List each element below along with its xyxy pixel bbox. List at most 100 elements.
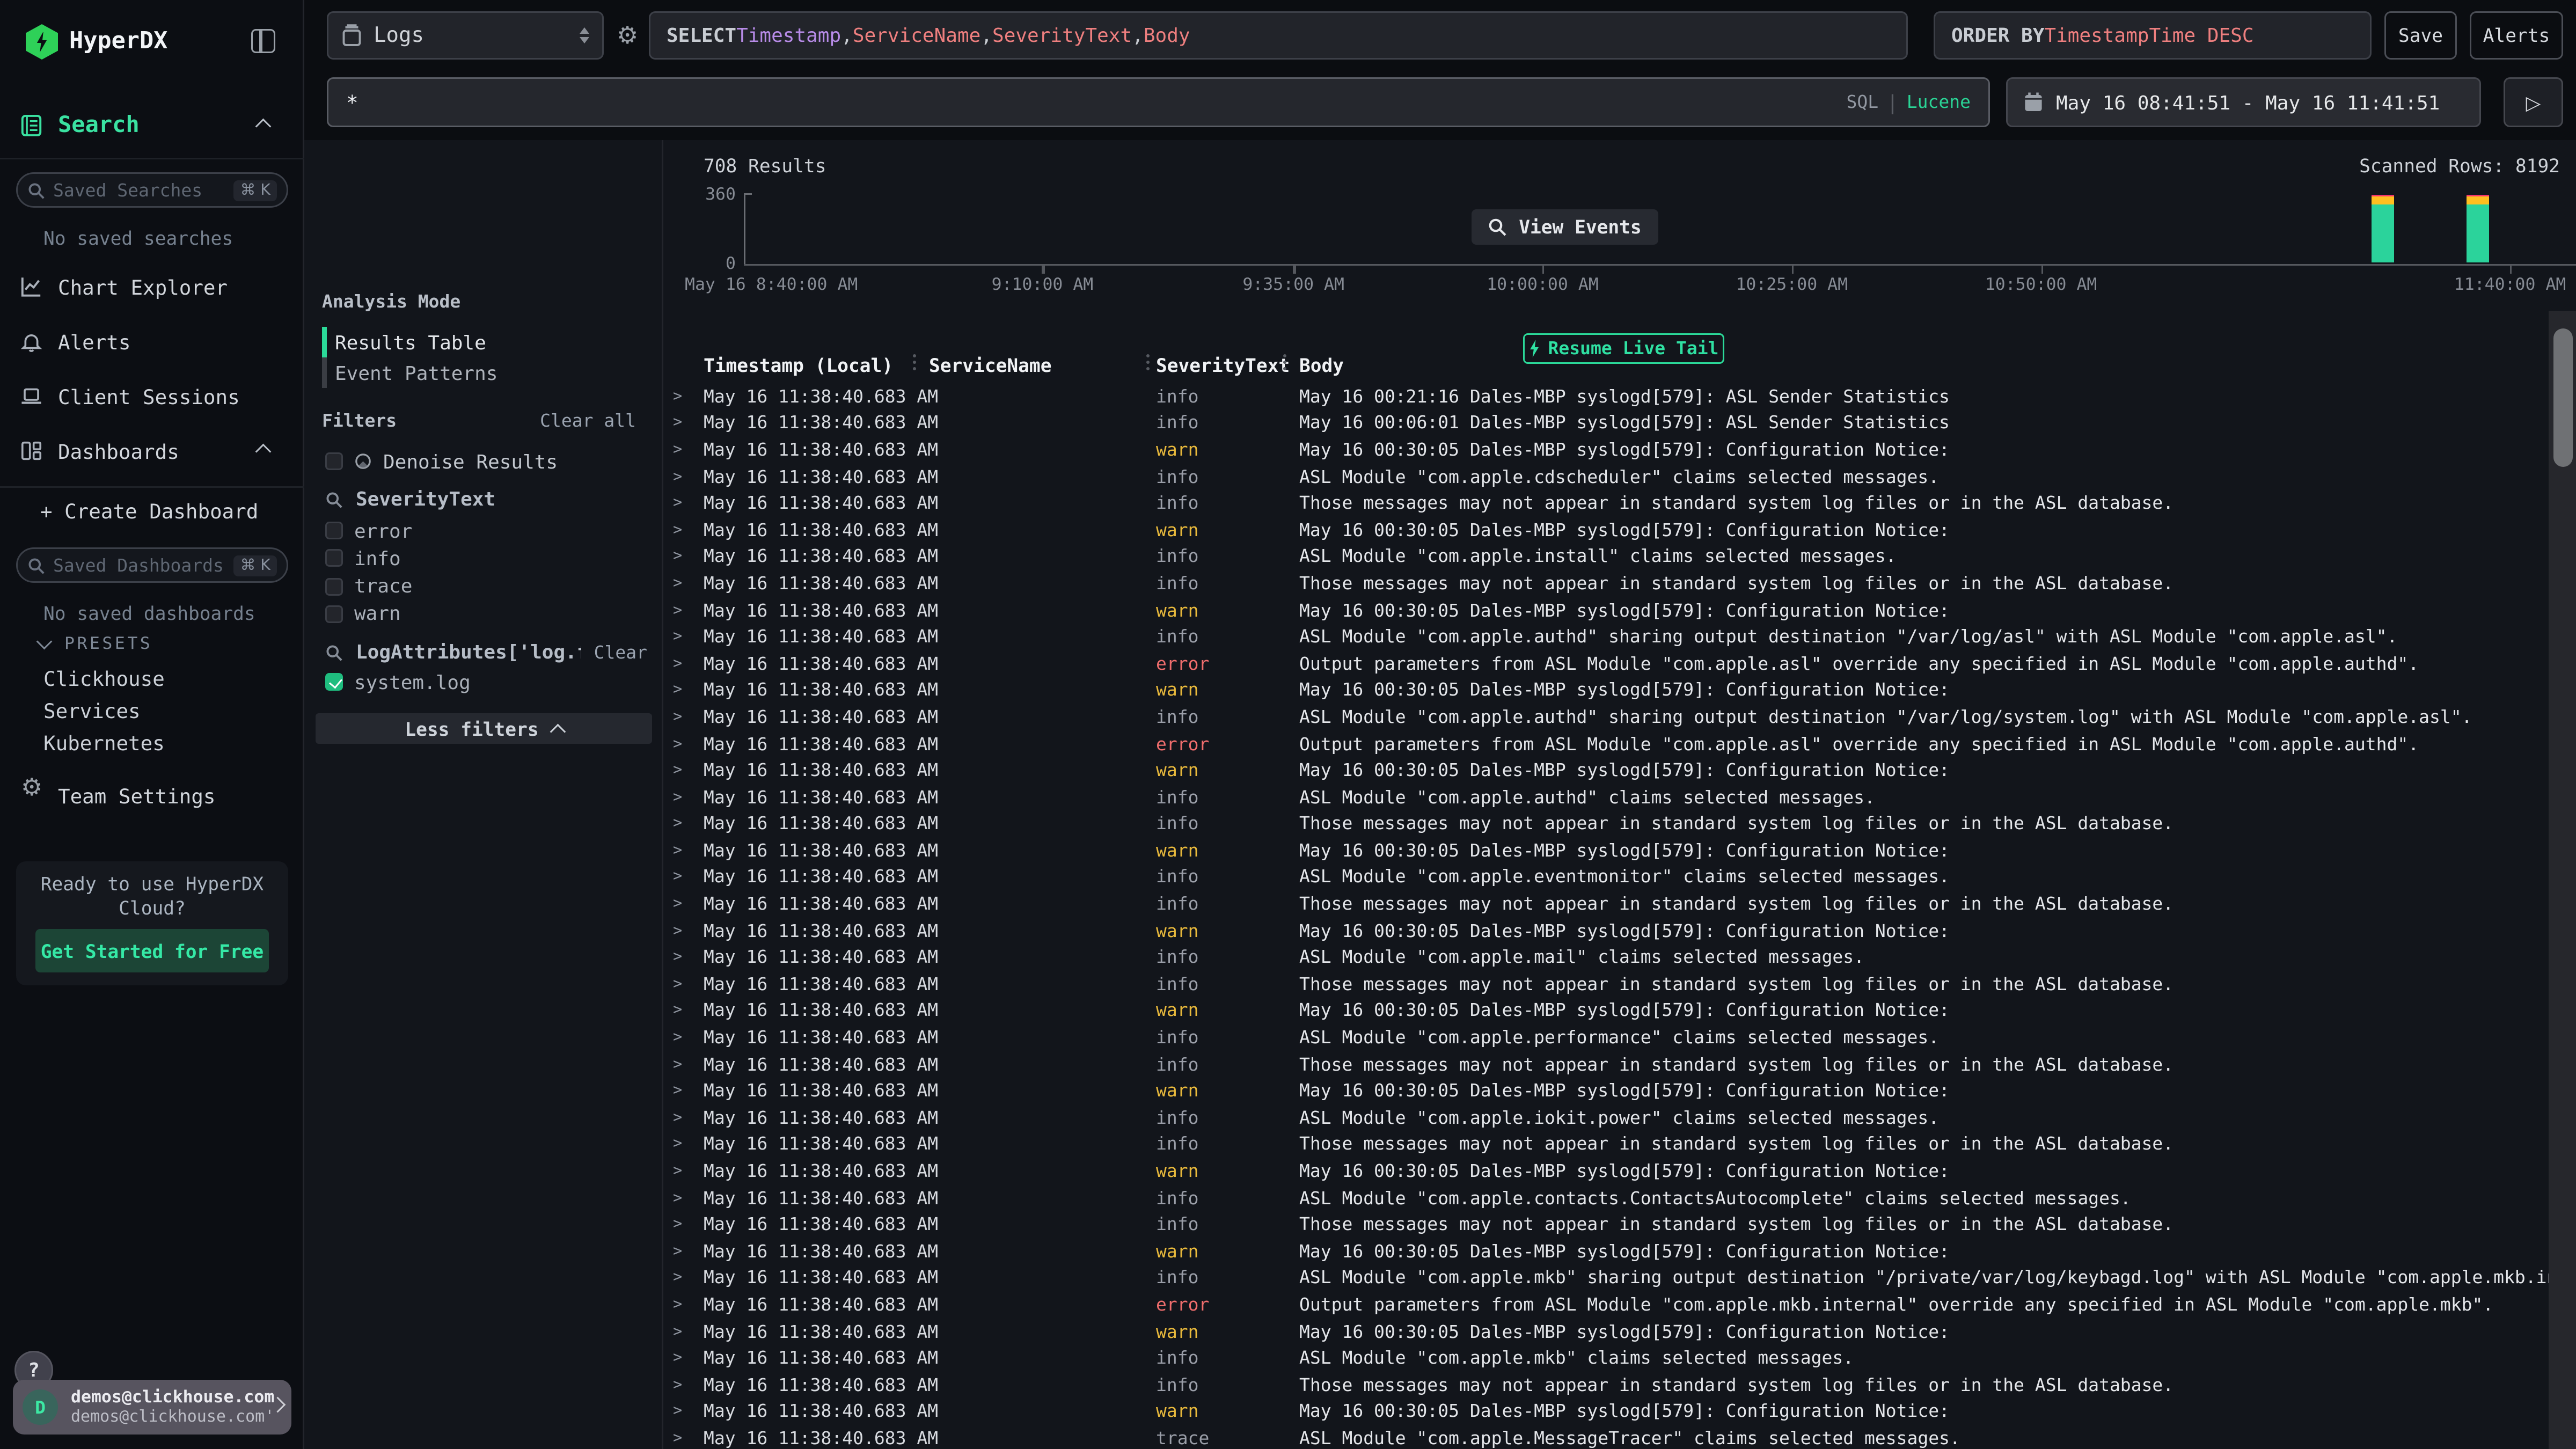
row-expand-chevron-icon[interactable]: > (673, 1109, 704, 1126)
row-expand-chevron-icon[interactable]: > (673, 1002, 704, 1020)
column-drag-handle-icon[interactable] (1283, 354, 1286, 357)
table-row[interactable]: >May 16 11:38:40.683 AMerrorOutput param… (663, 730, 2549, 757)
row-expand-chevron-icon[interactable]: > (673, 1136, 704, 1153)
row-expand-chevron-icon[interactable]: > (673, 655, 704, 672)
column-drag-handle-icon[interactable] (913, 354, 916, 357)
table-row[interactable]: >May 16 11:38:40.683 AMinfoASL Module "c… (663, 1104, 2549, 1131)
table-row[interactable]: >May 16 11:38:40.683 AMwarnMay 16 00:30:… (663, 1078, 2549, 1104)
table-row[interactable]: >May 16 11:38:40.683 AMinfoASL Module "c… (663, 624, 2549, 650)
sidebar-item-client-sessions[interactable]: Client Sessions (0, 377, 304, 415)
preset-item-kubernetes[interactable]: Kubernetes (43, 731, 165, 755)
table-row[interactable]: >May 16 11:38:40.683 AMinfoThose message… (663, 891, 2549, 918)
analysis-mode-event-patterns[interactable]: Event Patterns (322, 357, 644, 388)
table-row[interactable]: >May 16 11:38:40.683 AMwarnMay 16 00:30:… (663, 1399, 2549, 1425)
col-servicename[interactable]: ServiceName (929, 354, 1052, 377)
histogram-bar[interactable] (2466, 194, 2489, 263)
table-row[interactable]: >May 16 11:38:40.683 AMinfoThose message… (663, 811, 2549, 838)
row-expand-chevron-icon[interactable]: > (673, 976, 704, 993)
table-row[interactable]: >May 16 11:38:40.683 AMerrorOutput param… (663, 1292, 2549, 1319)
row-expand-chevron-icon[interactable]: > (673, 815, 704, 833)
logattr-clear-link[interactable]: Clear (594, 642, 647, 663)
column-drag-handle-icon[interactable] (1146, 354, 1150, 357)
filter-option-warn[interactable]: warn (325, 604, 401, 625)
row-expand-chevron-icon[interactable]: > (673, 495, 704, 513)
table-row[interactable]: >May 16 11:38:40.683 AMwarnMay 16 00:30:… (663, 998, 2549, 1024)
table-row[interactable]: >May 16 11:38:40.683 AMinfoThose message… (663, 490, 2549, 517)
row-expand-chevron-icon[interactable]: > (673, 922, 704, 940)
row-expand-chevron-icon[interactable]: > (673, 682, 704, 699)
saved-dashboards-input[interactable]: Saved Dashboards ⌘ K (16, 547, 288, 583)
row-expand-chevron-icon[interactable]: > (673, 1430, 704, 1447)
clear-all-link[interactable]: Clear all (540, 411, 636, 431)
table-row[interactable]: >May 16 11:38:40.683 AMwarnMay 16 00:30:… (663, 918, 2549, 945)
checkbox[interactable] (325, 550, 343, 567)
scrollbar-track[interactable] (2549, 311, 2576, 1449)
row-expand-chevron-icon[interactable]: > (673, 548, 704, 566)
row-expand-chevron-icon[interactable]: > (673, 1296, 704, 1314)
table-row[interactable]: >May 16 11:38:40.683 AMinfoASL Module "c… (663, 1184, 2549, 1211)
preset-item-clickhouse[interactable]: Clickhouse (43, 667, 165, 691)
row-expand-chevron-icon[interactable]: > (673, 628, 704, 646)
table-row[interactable]: >May 16 11:38:40.683 AMinfoThose message… (663, 570, 2549, 597)
user-menu[interactable]: D demos@clickhouse.com demos@clickhouse.… (13, 1380, 291, 1435)
col-body[interactable]: Body (1299, 354, 1344, 377)
row-expand-chevron-icon[interactable]: > (673, 602, 704, 619)
lang-toggle-lucene[interactable]: Lucene (1907, 92, 1971, 113)
table-row[interactable]: >May 16 11:38:40.683 AMinfoASL Module "c… (663, 544, 2549, 570)
row-expand-chevron-icon[interactable]: > (673, 788, 704, 806)
row-expand-chevron-icon[interactable]: > (673, 762, 704, 779)
checkbox[interactable] (325, 452, 343, 470)
filter-option-error[interactable]: error (325, 520, 412, 541)
table-row[interactable]: >May 16 11:38:40.683 AMinfoThose message… (663, 1372, 2549, 1399)
col-severitytext[interactable]: SeverityText (1156, 354, 1290, 377)
row-expand-chevron-icon[interactable]: > (673, 1162, 704, 1180)
table-row[interactable]: >May 16 11:38:40.683 AMtraceASL Module "… (663, 1425, 2549, 1449)
checkbox[interactable] (325, 577, 343, 595)
table-row[interactable]: >May 16 11:38:40.683 AMwarnMay 16 00:30:… (663, 597, 2549, 624)
save-button[interactable]: Save (2384, 11, 2457, 60)
table-row[interactable]: >May 16 11:38:40.683 AMinfoThose message… (663, 1211, 2549, 1238)
row-expand-chevron-icon[interactable]: > (673, 949, 704, 967)
row-expand-chevron-icon[interactable]: > (673, 1189, 704, 1207)
row-expand-chevron-icon[interactable]: > (673, 1323, 704, 1341)
table-row[interactable]: >May 16 11:38:40.683 AMinfoASL Module "c… (663, 944, 2549, 971)
saved-searches-input[interactable]: Saved Searches ⌘ K (16, 172, 288, 208)
table-row[interactable]: >May 16 11:38:40.683 AMwarnMay 16 00:30:… (663, 837, 2549, 864)
sidebar-item-team-settings[interactable]: ⚙ Team Settings (0, 776, 304, 815)
sidebar-item-chart-explorer[interactable]: Chart Explorer (0, 267, 304, 306)
table-row[interactable]: >May 16 11:38:40.683 AMwarnMay 16 00:30:… (663, 677, 2549, 704)
checkbox[interactable] (325, 522, 343, 539)
checkbox[interactable] (325, 605, 343, 623)
filter-option-systemlog[interactable]: system.log (325, 671, 471, 692)
row-expand-chevron-icon[interactable]: > (673, 1350, 704, 1367)
row-expand-chevron-icon[interactable]: > (673, 468, 704, 486)
table-row[interactable]: >May 16 11:38:40.683 AMwarnMay 16 00:30:… (663, 757, 2549, 784)
row-expand-chevron-icon[interactable]: > (673, 387, 704, 405)
table-row[interactable]: >May 16 11:38:40.683 AMinfoASL Module "c… (663, 784, 2549, 811)
row-expand-chevron-icon[interactable]: > (673, 1029, 704, 1046)
table-row[interactable]: >May 16 11:38:40.683 AMinfoMay 16 00:06:… (663, 410, 2549, 437)
row-expand-chevron-icon[interactable]: > (673, 1403, 704, 1421)
row-expand-chevron-icon[interactable]: > (673, 895, 704, 913)
analysis-mode-results-table[interactable]: Results Table (322, 327, 644, 357)
get-started-button[interactable]: Get Started for Free (35, 929, 269, 972)
row-expand-chevron-icon[interactable]: > (673, 441, 704, 459)
row-expand-chevron-icon[interactable]: > (673, 868, 704, 886)
row-expand-chevron-icon[interactable]: > (673, 708, 704, 726)
table-row[interactable]: >May 16 11:38:40.683 AMinfoASL Module "c… (663, 704, 2549, 730)
lang-toggle-sql[interactable]: SQL (1847, 92, 1879, 113)
less-filters-button[interactable]: Less filters (316, 713, 652, 744)
table-row[interactable]: >May 16 11:38:40.683 AMwarnMay 16 00:30:… (663, 1158, 2549, 1185)
col-timestamp[interactable]: Timestamp (Local) (704, 354, 893, 377)
table-row[interactable]: >May 16 11:38:40.683 AMinfoASL Module "c… (663, 864, 2549, 891)
alerts-button[interactable]: Alerts (2470, 11, 2563, 60)
table-row[interactable]: >May 16 11:38:40.683 AMwarnMay 16 00:30:… (663, 1238, 2549, 1265)
table-row[interactable]: >May 16 11:38:40.683 AMwarnMay 16 00:30:… (663, 1318, 2549, 1345)
row-expand-chevron-icon[interactable]: > (673, 842, 704, 860)
row-expand-chevron-icon[interactable]: > (673, 1082, 704, 1100)
table-row[interactable]: >May 16 11:38:40.683 AMerrorOutput param… (663, 650, 2549, 677)
table-row[interactable]: >May 16 11:38:40.683 AMinfoASL Module "c… (663, 1265, 2549, 1292)
row-expand-chevron-icon[interactable]: > (673, 575, 704, 592)
table-row[interactable]: >May 16 11:38:40.683 AMinfoASL Module "c… (663, 1345, 2549, 1372)
scrollbar-thumb[interactable] (2553, 328, 2572, 467)
